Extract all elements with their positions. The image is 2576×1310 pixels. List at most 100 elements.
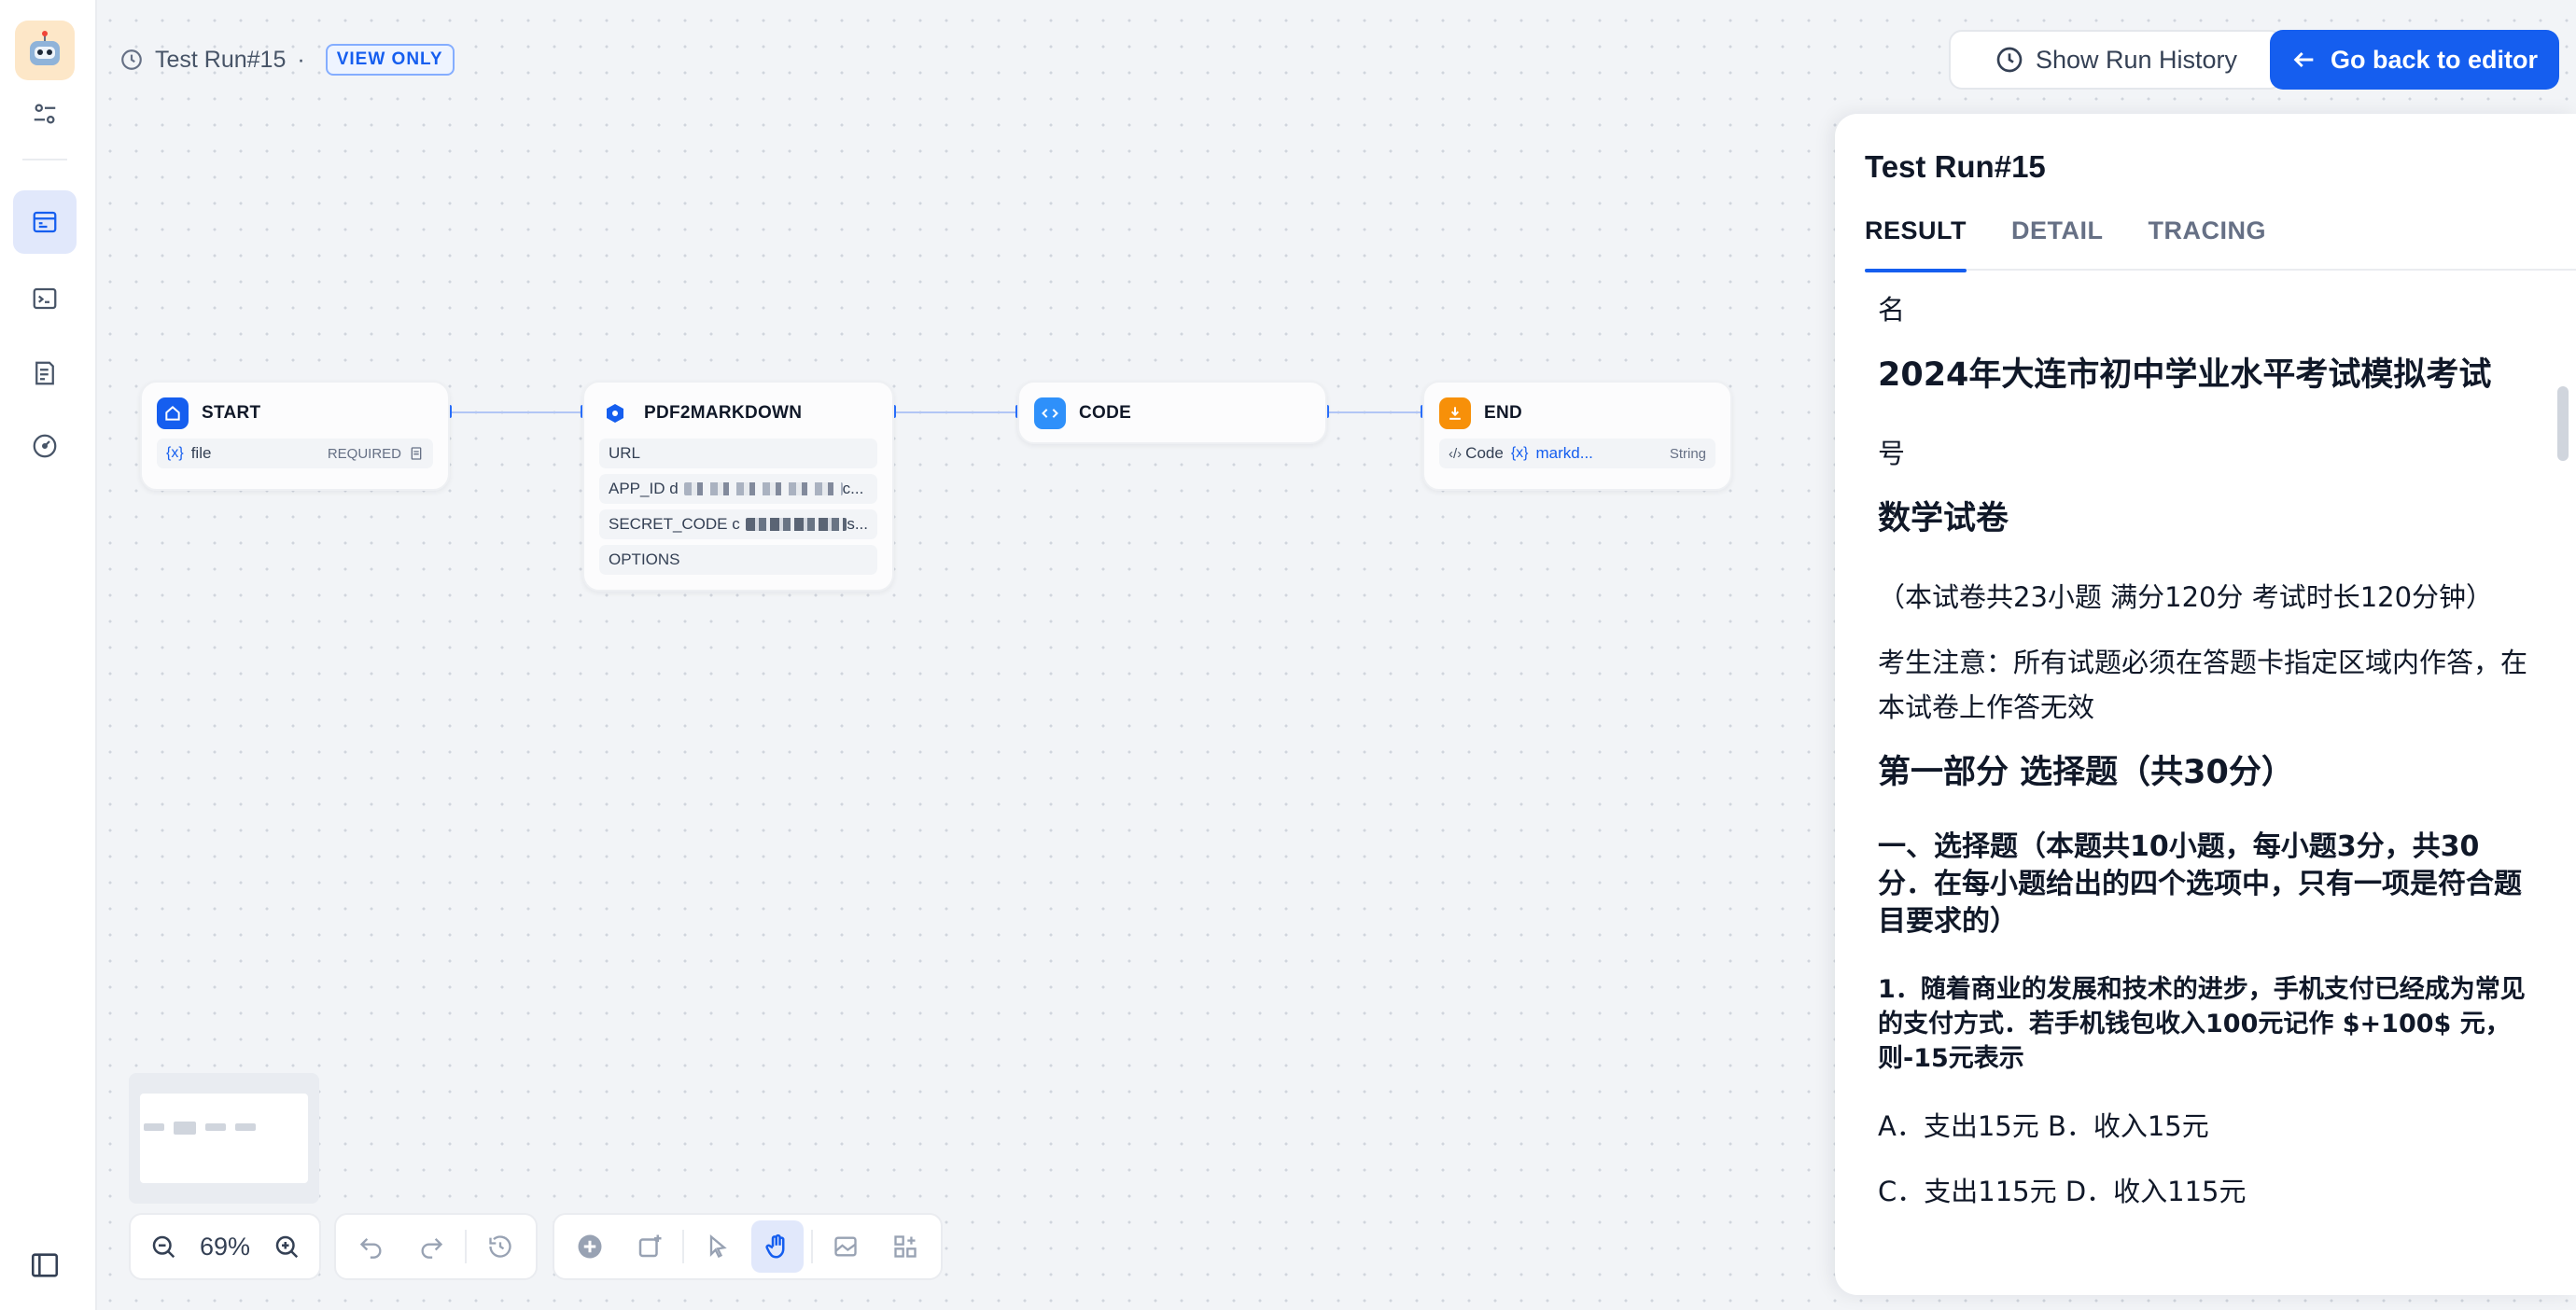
sidebar-divider [22,159,67,160]
arrow-left-icon [2293,51,2314,68]
history-clock-icon [1996,47,2023,73]
export-image-icon[interactable] [820,1220,873,1273]
param-secret-code-label: SECRET_CODE c [609,515,740,533]
result-markdown-output: 名 2024年大连市初中学业水平考试模拟考试号数学试卷 （本试卷共23小题 满分12… [1878,287,2531,1234]
start-node-title: START [202,403,261,423]
app-logo-robot-icon[interactable] [15,21,75,80]
minimap-node [205,1123,226,1131]
app-id-tail: c... [842,480,864,497]
minimap[interactable] [129,1073,319,1204]
pdf2markdown-node-title: PDF2MARKDOWN [644,403,803,423]
result-block-h3: 一、选择题（本题共10小题，每小题3分，共30分．在每小题给出的四个选项中，只有… [1878,830,2522,938]
plugin-hexagon-icon [599,397,631,429]
zoom-controls: 69% [129,1213,321,1280]
edge-code-end [1327,411,1422,413]
code-node-title: CODE [1079,403,1132,423]
collapse-sidebar-icon[interactable] [13,1233,77,1297]
result-scrollbar[interactable] [2557,271,2569,1295]
run-title: Test Run#15 [155,46,287,73]
app-window-icon [33,211,57,233]
pdf-param-url: URL [599,439,877,468]
version-history-icon[interactable] [474,1220,526,1273]
redacted-value [683,482,843,495]
left-sidebar [0,0,97,1310]
show-run-history-label: Show Run History [2035,45,2238,74]
organize-layout-icon[interactable] [879,1220,931,1273]
code-node[interactable]: CODE [1017,381,1327,444]
view-only-badge: VIEW ONLY [325,44,455,76]
pdf2markdown-node[interactable]: PDF2MARKDOWN URL APP_ID d c... SECRET_CO… [582,381,894,592]
edge-pdf-code [894,411,1017,413]
pointer-icon[interactable] [692,1220,744,1273]
start-variable-row: {x} file REQUIRED [157,439,433,468]
result-block-h4: 1．随着商业的发展和技术的进步，手机支付已经成为常见的支付方式．若手机钱包收入1… [1878,975,2526,1073]
secret-code-tail: s... [847,515,868,533]
code-small-icon: ‹/› [1449,445,1463,462]
result-block-h2: 2024年大连市初中学业水平考试模拟考试 [1878,356,2492,394]
result-block-p: 号 [1878,438,1906,469]
param-options-label: OPTIONS [609,550,680,568]
history-controls [334,1213,538,1280]
redacted-value [745,518,847,531]
add-note-icon[interactable] [623,1220,676,1273]
result-block-p: A．支出15元 B．收入15元 [1878,1110,2209,1142]
result-block-p: 考生注意：所有试题必须在答题卡指定区域内作答，在本试卷上作答无效 [1878,647,2528,723]
end-node-title: END [1484,403,1523,423]
edge-start-pdf [450,411,582,413]
variable-icon: {x} [1510,445,1529,461]
sidebar-item-monitoring[interactable] [13,414,77,478]
toolbar-divider [682,1230,685,1263]
tab-detail[interactable]: DETAIL [2011,213,2104,271]
minimap-node [174,1122,196,1135]
sidebar-item-api[interactable] [13,267,77,330]
param-url-label: URL [609,444,641,462]
minimap-viewport [140,1094,308,1183]
run-result-panel: Test Run#15 RESULT DETAIL TRACING 名 2024年… [1835,114,2576,1295]
panel-title: Test Run#15 [1865,149,2046,184]
variable-icon: {x} [166,445,184,461]
run-breadcrumb: Test Run#15 · VIEW ONLY [119,41,455,78]
minimap-node [144,1123,164,1131]
zoom-out-icon[interactable] [140,1220,188,1273]
pdf-param-secret-code: SECRET_CODE c s... [599,509,877,539]
code-brackets-icon [1034,397,1066,429]
panel-tabs: RESULT DETAIL TRACING [1865,213,2576,272]
end-node[interactable]: END ‹/› Code {x} markd... String [1422,381,1732,491]
hand-pan-icon[interactable] [751,1220,804,1273]
param-app-id-label: APP_ID d [609,480,679,497]
zoom-in-icon[interactable] [262,1220,310,1273]
required-label: REQUIRED [327,445,401,462]
add-node-icon[interactable] [564,1220,616,1273]
go-back-to-editor-button[interactable]: Go back to editor [2270,30,2559,90]
pdf-param-options: OPTIONS [599,545,877,575]
start-node[interactable]: START {x} file REQUIRED [140,381,450,491]
result-block-h2: 第一部分 选择题（共30分） [1878,754,2294,791]
end-flag-icon [1439,397,1471,429]
history-clock-icon [121,49,142,70]
toolbar-divider [465,1230,467,1263]
gauge-icon [33,434,57,458]
tab-result[interactable]: RESULT [1865,213,1967,272]
show-run-history-button[interactable]: Show Run History [1949,30,2283,90]
result-block-p: C．支出115元 D．收入115元 [1878,1176,2247,1207]
zoom-level[interactable]: 69% [195,1233,256,1261]
pdf-param-app-id: APP_ID d c... [599,474,877,504]
file-icon [411,447,422,460]
sidebar-item-logs[interactable] [13,341,77,405]
end-variable-type: String [1669,445,1706,462]
end-variable-name: markd... [1535,444,1593,462]
result-block-p: （本试卷共23小题 满分120分 考试时长120分钟） [1878,581,2494,613]
tab-tracing[interactable]: TRACING [2149,213,2267,271]
end-output-row: ‹/› Code {x} markd... String [1439,439,1715,468]
minimap-node [235,1123,256,1131]
scrollbar-thumb[interactable] [2557,386,2569,461]
go-back-label: Go back to editor [2330,45,2539,74]
sidebar-item-orchestrate[interactable] [13,190,77,254]
undo-icon[interactable] [345,1220,398,1273]
result-block-h2: 数学试卷 [1878,500,2009,537]
settings-sliders-icon[interactable] [13,82,77,146]
end-source-node: Code [1465,444,1504,462]
redo-icon[interactable] [405,1220,457,1273]
canvas-tools [553,1213,943,1280]
document-list-icon [35,361,54,385]
